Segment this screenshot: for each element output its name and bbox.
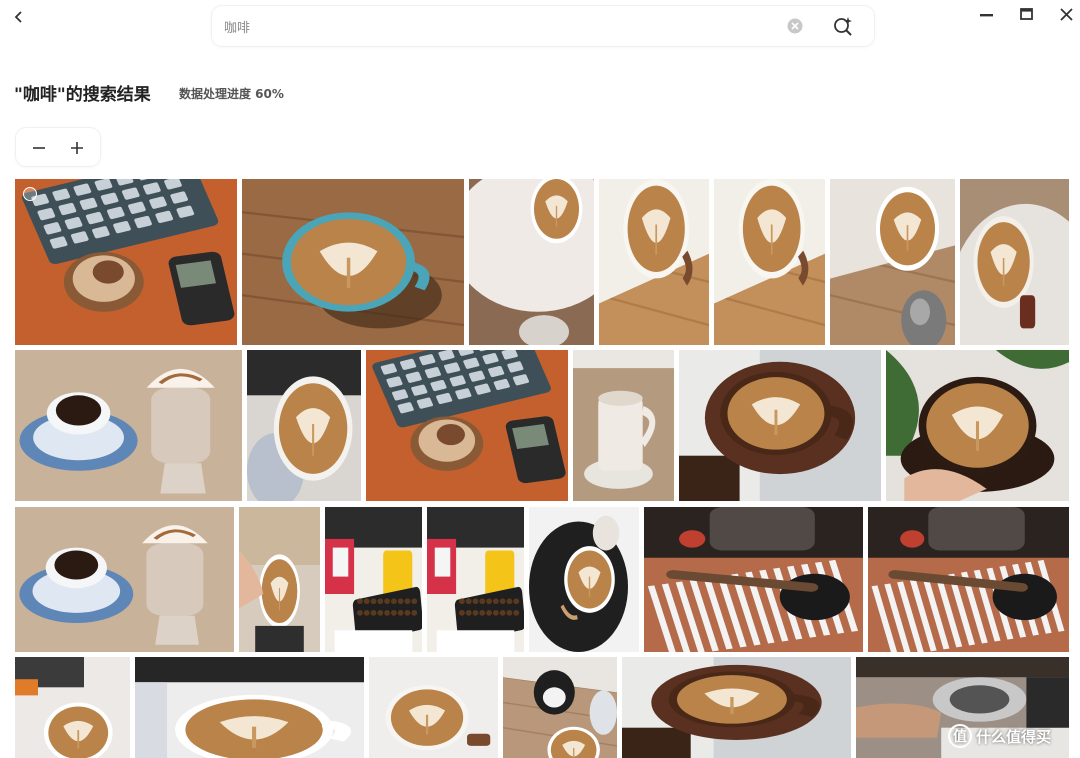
- photo-thumbnail[interactable]: [573, 350, 674, 501]
- close-icon: [1060, 8, 1073, 21]
- photo-thumbnail[interactable]: [469, 179, 594, 345]
- photo-thumbnail[interactable]: [830, 179, 955, 345]
- minus-icon: [33, 147, 45, 149]
- maximize-icon: [1020, 8, 1033, 20]
- back-button[interactable]: [6, 4, 32, 30]
- photo-thumbnail[interactable]: [242, 179, 464, 345]
- zoom-in-button[interactable]: [66, 137, 88, 159]
- photo-thumbnail[interactable]: [622, 657, 851, 758]
- photo-thumbnail[interactable]: [427, 507, 524, 652]
- processing-progress: 数据处理进度 60%: [179, 87, 284, 101]
- photo-thumbnail[interactable]: [135, 657, 364, 758]
- photo-thumbnail[interactable]: [325, 507, 422, 652]
- photo-thumbnail[interactable]: [369, 657, 498, 758]
- photo-thumbnail[interactable]: [644, 507, 863, 652]
- search-input[interactable]: [224, 16, 764, 36]
- photo-thumbnail[interactable]: [868, 507, 1069, 652]
- plus-icon: [71, 142, 83, 154]
- zoom-out-button[interactable]: [28, 137, 50, 159]
- watermark-text: 什么值得买: [976, 727, 1052, 746]
- zoom-control: [16, 128, 100, 166]
- photo-thumbnail[interactable]: [714, 179, 825, 345]
- photo-thumbnail[interactable]: [366, 350, 568, 501]
- clear-icon: [787, 18, 803, 34]
- title-bar: [0, 0, 1080, 52]
- clear-search-button[interactable]: [786, 17, 804, 35]
- photo-thumbnail[interactable]: [247, 350, 361, 501]
- page-title: "咖啡"的搜索结果: [14, 85, 151, 105]
- close-button[interactable]: [1056, 4, 1078, 26]
- sparkle-search-icon: [834, 17, 852, 36]
- photo-thumbnail[interactable]: [679, 350, 881, 501]
- ai-search-button[interactable]: [832, 15, 854, 37]
- watermark: 值 什么值得买: [948, 722, 1051, 750]
- minimize-button[interactable]: [976, 4, 998, 26]
- photo-thumbnail[interactable]: [239, 507, 320, 652]
- photo-thumbnail[interactable]: [15, 179, 237, 345]
- photo-thumbnail[interactable]: [960, 179, 1069, 345]
- photo-thumbnail[interactable]: [15, 657, 130, 758]
- search-box: [212, 6, 874, 46]
- chevron-left-icon: [14, 11, 22, 23]
- photo-thumbnail[interactable]: [599, 179, 709, 345]
- minimize-icon: [980, 14, 993, 17]
- photo-thumbnail[interactable]: [15, 350, 242, 501]
- watermark-logo: 值: [948, 724, 972, 748]
- photo-thumbnail[interactable]: [886, 350, 1069, 501]
- photo-thumbnail[interactable]: [15, 507, 234, 652]
- maximize-button[interactable]: [1016, 4, 1038, 26]
- photo-thumbnail[interactable]: [529, 507, 639, 652]
- photo-thumbnail[interactable]: [503, 657, 617, 758]
- select-checkbox[interactable]: [23, 187, 37, 201]
